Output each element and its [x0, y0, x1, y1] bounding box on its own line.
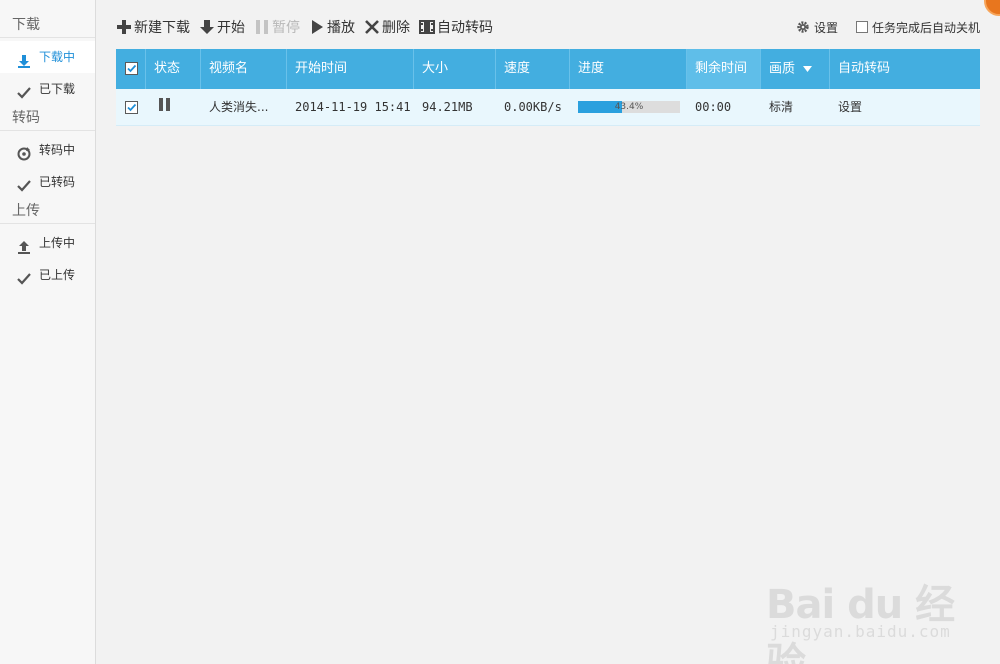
- sidebar-item-downloaded[interactable]: 已下载: [0, 73, 95, 105]
- sidebar-item-label: 已上传: [39, 268, 76, 282]
- column-header-remaining[interactable]: 剩余时间: [687, 49, 761, 89]
- row-auto-transcode-setting[interactable]: 设置: [830, 89, 980, 126]
- close-icon: [364, 19, 380, 35]
- column-header-size[interactable]: 大小: [414, 49, 496, 89]
- section-title-upload: 上传: [0, 198, 95, 224]
- toolbar: 新建下载 开始 暂停 播放 删除 自动转码 设置 任务完成后自动关机: [116, 16, 980, 38]
- sidebar-item-label: 下载中: [39, 50, 76, 64]
- watermark-sub: jingyan.baidu.com: [770, 622, 951, 641]
- start-label: 开始: [217, 20, 245, 36]
- sidebar-item-label: 已转码: [39, 175, 76, 189]
- checkmark-icon: [16, 267, 32, 285]
- corner-badge: [984, 0, 1000, 16]
- sidebar-item-transcoding[interactable]: 转码中: [0, 134, 95, 166]
- table-row[interactable]: 人类消失... 2014-11-19 15:41 94.21MB 0.00KB/…: [116, 89, 980, 126]
- section-title-transcode: 转码: [0, 105, 95, 131]
- sidebar-item-uploaded[interactable]: 已上传: [0, 259, 95, 291]
- column-header-speed[interactable]: 速度: [496, 49, 570, 89]
- select-all-cell: [116, 49, 146, 89]
- gear-icon: [796, 20, 810, 34]
- baidu-jingyan-watermark: Bai du 经验 jingyan.baidu.com: [766, 560, 956, 664]
- row-quality: 标清: [769, 99, 794, 114]
- pause-label: 暂停: [272, 20, 300, 36]
- sidebar: 下载 下载中 已下载 转码 转码中 已转码 上传 上传中 已上传: [0, 0, 96, 664]
- table-header: 状态 视频名 开始时间 大小 速度 进度 剩余时间 画质 自动转码: [116, 49, 980, 89]
- column-header-name[interactable]: 视频名: [201, 49, 287, 89]
- column-header-auto-transcode[interactable]: 自动转码: [830, 49, 980, 89]
- play-button[interactable]: 播放: [309, 17, 355, 37]
- play-icon: [309, 19, 325, 35]
- pause-icon[interactable]: [158, 89, 172, 126]
- start-button[interactable]: 开始: [199, 17, 245, 37]
- row-size: 94.21MB: [422, 99, 473, 114]
- shutdown-label: 任务完成后自动关机: [871, 20, 980, 35]
- toolbar-right: 设置 任务完成后自动关机: [796, 19, 980, 36]
- new-download-button[interactable]: 新建下载: [116, 17, 190, 37]
- shutdown-checkbox[interactable]: [855, 21, 868, 33]
- row-video-name: 人类消失...: [209, 99, 269, 114]
- row-speed: 0.00KB/s: [504, 99, 562, 114]
- checkmark-icon: [16, 81, 32, 99]
- sidebar-item-downloading[interactable]: 下载中: [0, 41, 95, 73]
- download-arrow-icon: [16, 49, 32, 68]
- upload-arrow-icon: [16, 235, 32, 254]
- play-label: 播放: [327, 20, 355, 36]
- sidebar-item-label: 上传中: [39, 236, 76, 250]
- row-checkbox[interactable]: [125, 100, 138, 114]
- sidebar-item-label: 已下载: [39, 82, 76, 96]
- checkmark-icon: [16, 174, 32, 192]
- auto-transcode-label: 自动转码: [437, 20, 493, 36]
- column-header-start-time[interactable]: 开始时间: [287, 49, 414, 89]
- progress-bar: 43.4%: [578, 101, 680, 113]
- row-status-cell: [146, 89, 201, 126]
- plus-icon: [116, 19, 132, 35]
- progress-text: 43.4%: [614, 102, 644, 112]
- delete-label: 删除: [382, 20, 410, 36]
- pause-icon: [254, 19, 270, 35]
- row-progress-cell: 43.4%: [570, 89, 687, 126]
- pause-button[interactable]: 暂停: [254, 17, 300, 37]
- row-remaining-time: 00:00: [695, 99, 732, 114]
- film-icon: [419, 19, 435, 35]
- caret-down-icon: [803, 49, 813, 89]
- row-start-time: 2014-11-19 15:41: [295, 99, 411, 114]
- download-table: 状态 视频名 开始时间 大小 速度 进度 剩余时间 画质 自动转码 人类消失..…: [116, 49, 980, 126]
- sidebar-item-transcoded[interactable]: 已转码: [0, 166, 95, 198]
- column-header-quality[interactable]: 画质: [761, 49, 830, 89]
- auto-transcode-button[interactable]: 自动转码: [419, 17, 493, 37]
- select-all-checkbox[interactable]: [125, 62, 138, 75]
- watermark-main: Bai du 经验: [766, 582, 955, 664]
- new-download-label: 新建下载: [134, 20, 190, 36]
- sidebar-item-uploading[interactable]: 上传中: [0, 227, 95, 259]
- settings-label: 设置: [813, 20, 838, 35]
- delete-button[interactable]: 删除: [364, 17, 410, 37]
- download-arrow-icon: [199, 19, 215, 35]
- quality-header-label: 画质: [769, 61, 796, 77]
- column-header-status[interactable]: 状态: [146, 49, 201, 89]
- row-select-cell: [116, 89, 146, 126]
- refresh-icon: [16, 142, 32, 161]
- column-header-progress[interactable]: 进度: [570, 49, 687, 89]
- sidebar-item-label: 转码中: [39, 143, 76, 157]
- settings-button[interactable]: 设置: [796, 19, 838, 36]
- section-title-download: 下载: [0, 12, 95, 38]
